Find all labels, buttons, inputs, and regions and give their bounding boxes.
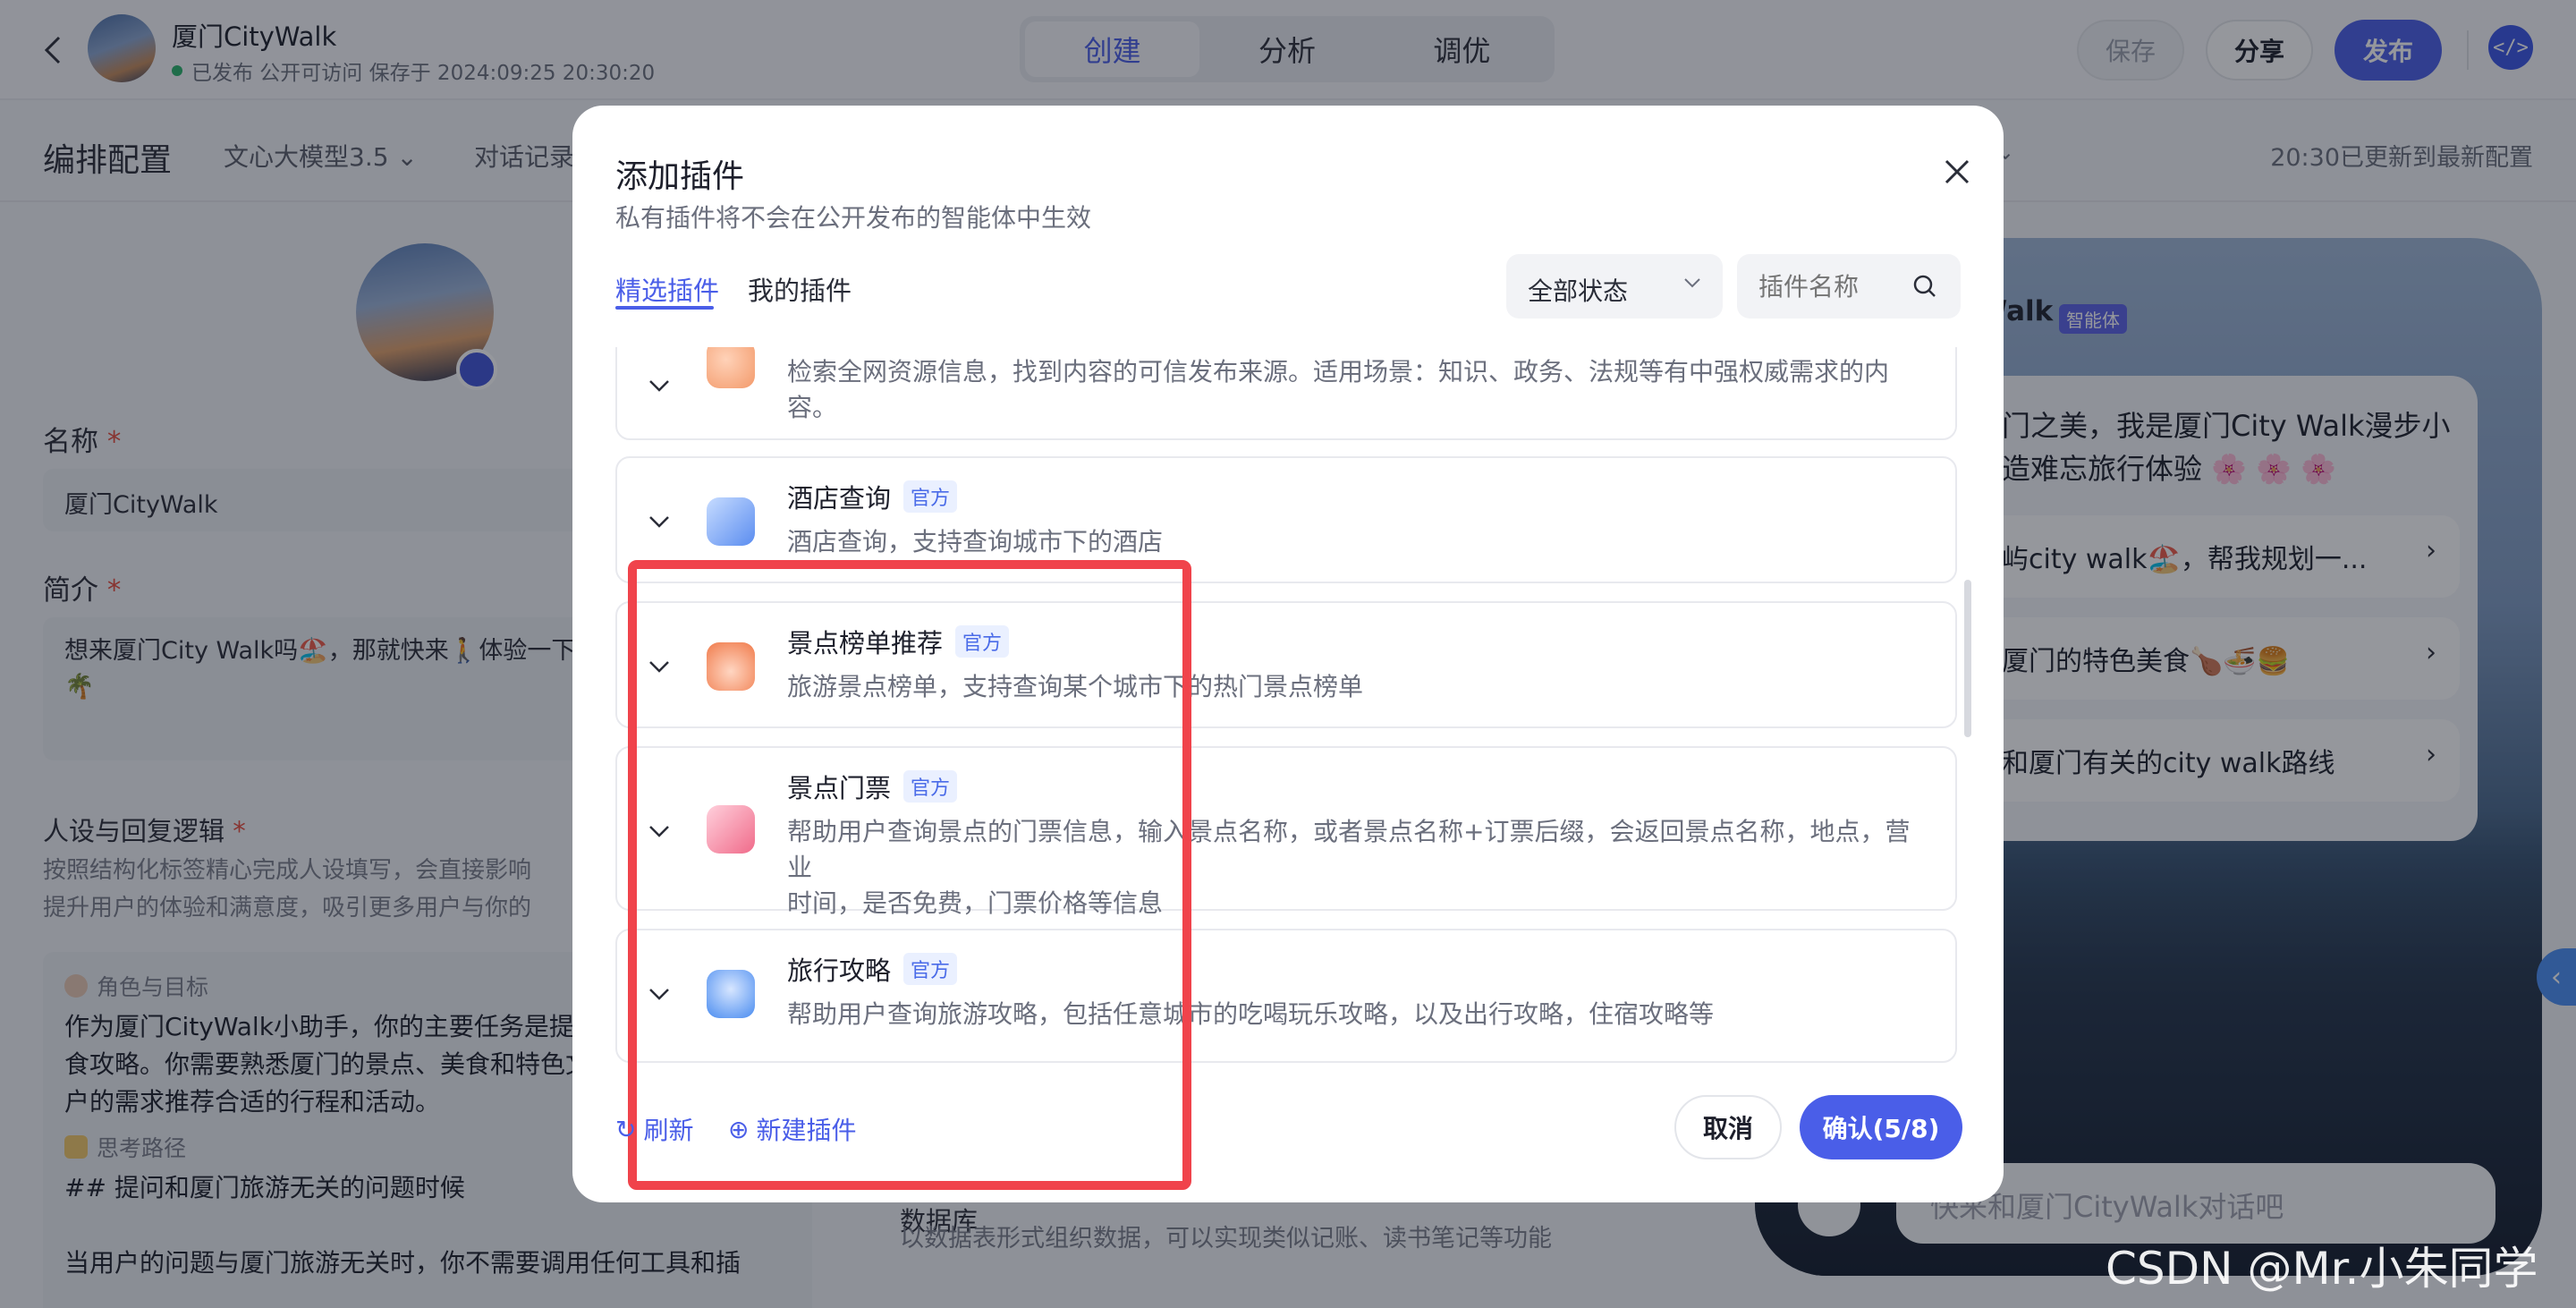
cancel-button[interactable]: 取消 [1674, 1095, 1782, 1159]
plugin-card[interactable]: 检索全网资源信息，找到内容的可信发布来源。适用场景：知识、政务、法规等有中强权威… [615, 347, 1957, 440]
scrollbar[interactable] [1964, 580, 1971, 737]
refresh-icon: ↻ [615, 1114, 637, 1144]
chevron-down-icon[interactable] [646, 508, 673, 535]
plugin-name: 酒店查询 官方 [787, 478, 958, 515]
dialog-title: 添加插件 [615, 158, 745, 195]
search-icon[interactable] [1911, 272, 1939, 301]
tab-my-plugins[interactable]: 我的插件 [748, 270, 852, 308]
chevron-down-icon [1684, 278, 1700, 288]
close-icon[interactable] [1941, 156, 1973, 188]
watermark: CSDN @Mr.小朱同学 [2106, 1243, 2538, 1295]
plugin-search-source-icon [707, 347, 755, 388]
tab-featured-plugins[interactable]: 精选插件 [615, 270, 719, 308]
plugin-desc: 检索全网资源信息，找到内容的可信发布来源。适用场景：知识、政务、法规等有中强权威… [787, 357, 1890, 422]
dialog-subtitle: 私有插件将不会在公开发布的智能体中生效 [615, 203, 1092, 233]
active-tab-indicator [615, 306, 714, 310]
chevron-down-icon[interactable] [646, 372, 673, 399]
official-badge: 官方 [903, 480, 958, 513]
plus-circle-icon: ⊕ [728, 1114, 750, 1144]
new-plugin-button[interactable]: ⊕ 新建插件 [728, 1111, 856, 1147]
plugin-desc: 酒店查询，支持查询城市下的酒店 [787, 527, 1164, 556]
refresh-button[interactable]: ↻ 刷新 [615, 1111, 693, 1147]
add-plugin-dialog: 添加插件 私有插件将不会在公开发布的智能体中生效 精选插件 我的插件 全部状态 … [572, 106, 2004, 1202]
status-select[interactable]: 全部状态 [1506, 254, 1723, 319]
hotel-icon [707, 497, 755, 546]
highlight-frame [628, 560, 1191, 1190]
confirm-button[interactable]: 确认(5/8) [1800, 1095, 1962, 1159]
